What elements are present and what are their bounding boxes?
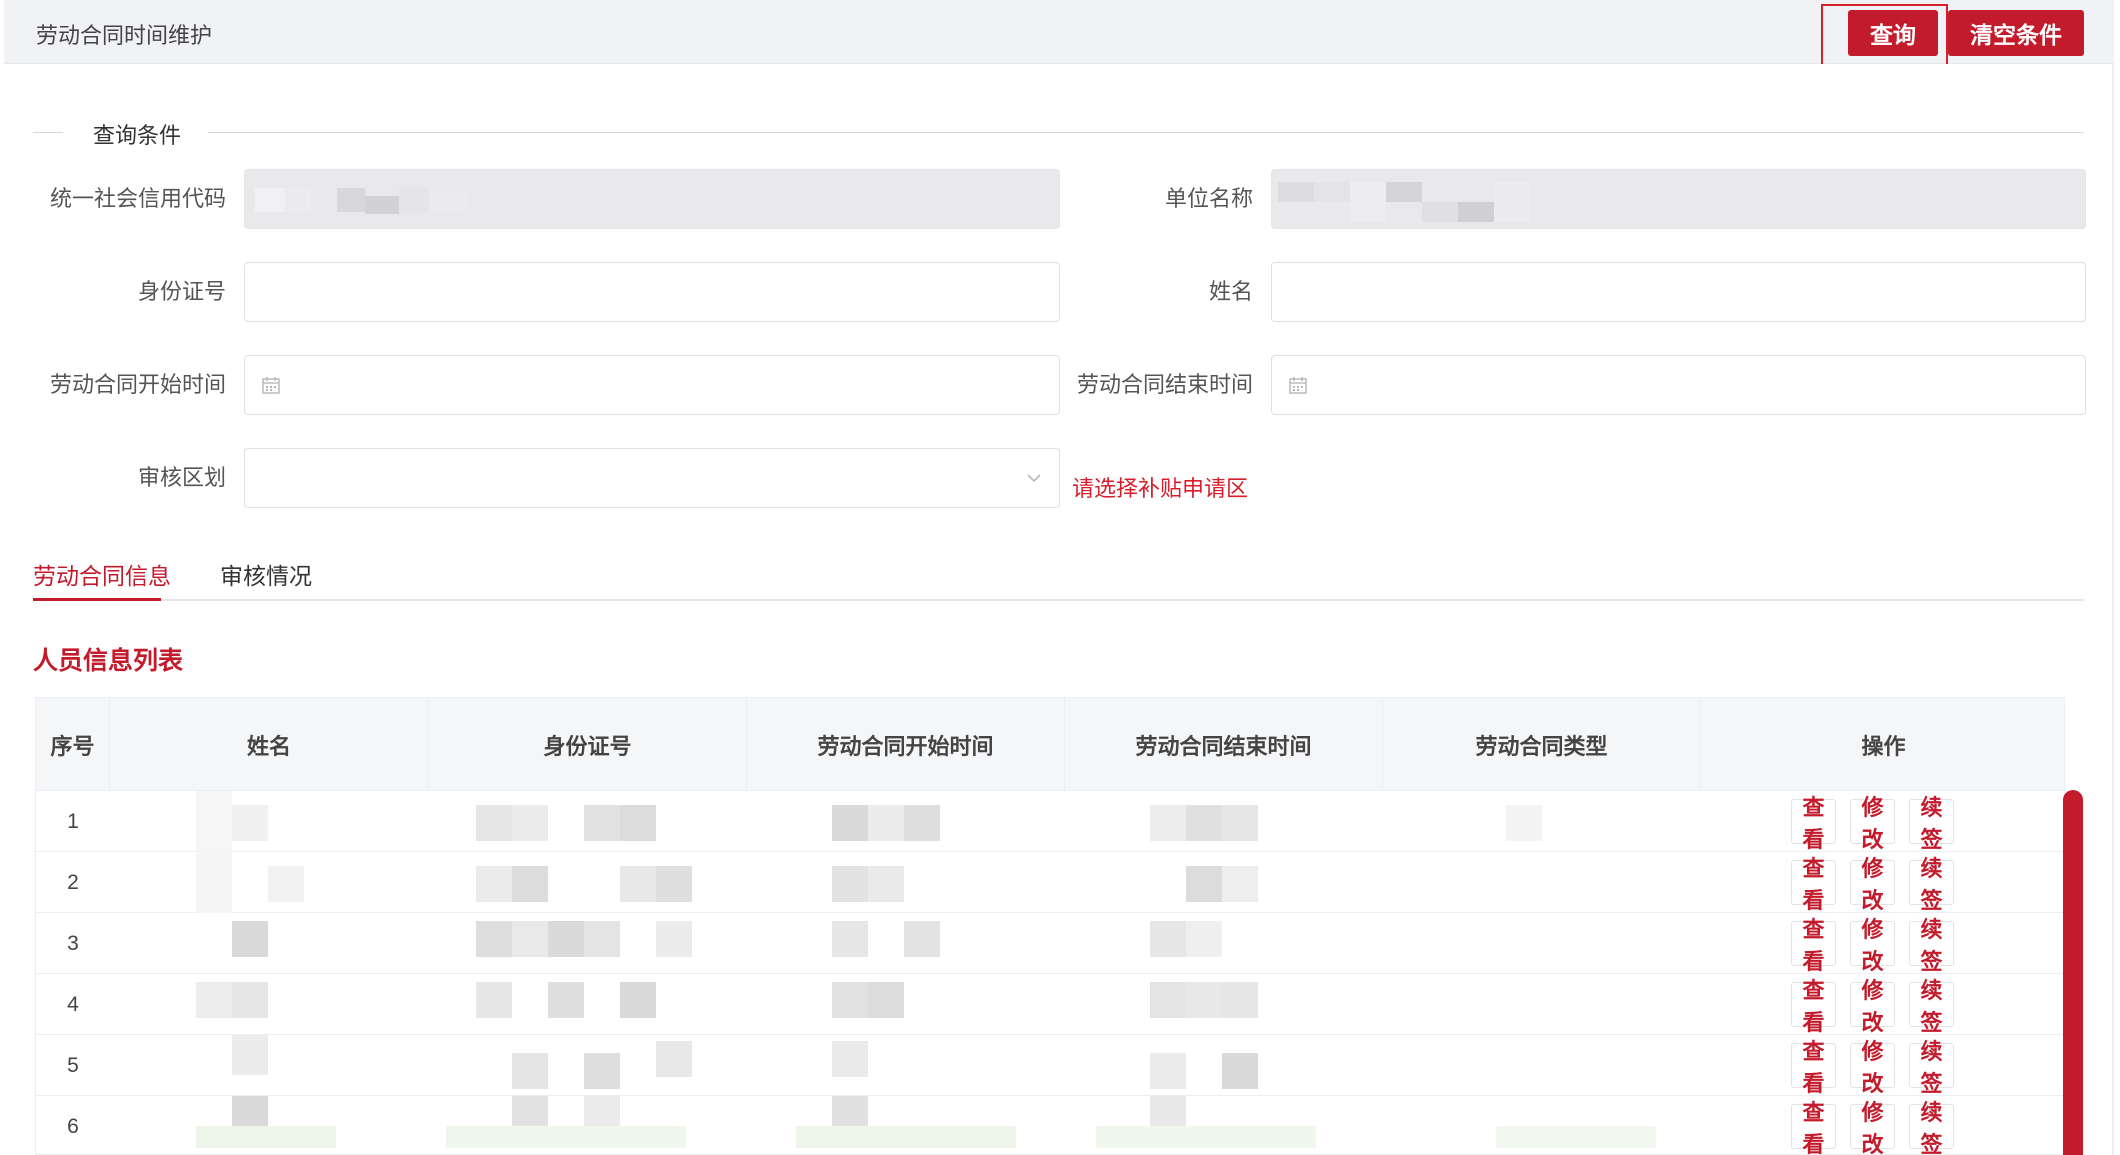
- query-button[interactable]: 查询: [1848, 10, 1938, 56]
- list-title: 人员信息列表: [33, 647, 184, 675]
- query-legend: 查询条件: [33, 118, 2084, 148]
- renew-button[interactable]: 续签: [1909, 795, 1954, 852]
- end-time-label: 劳动合同结束时间: [1076, 372, 1253, 397]
- end-time-picker[interactable]: [1271, 355, 2086, 415]
- page-title: 劳动合同时间维护: [36, 23, 213, 48]
- renew-button[interactable]: 续签: [1909, 917, 1954, 974]
- col-header-end: 劳动合同结束时间: [1065, 698, 1383, 791]
- masked-text: [255, 188, 469, 214]
- table-scrollbar-thumb[interactable]: [2063, 790, 2083, 1155]
- col-header-start: 劳动合同开始时间: [747, 698, 1065, 791]
- credit-code-field[interactable]: [244, 169, 1060, 229]
- view-button[interactable]: 查看: [1791, 978, 1836, 1035]
- edit-button[interactable]: 修改: [1850, 1100, 1895, 1154]
- row-actions: 查看 修改 续签: [1791, 852, 1954, 913]
- row-number: 4: [67, 992, 79, 1016]
- col-header-no: 序号: [36, 698, 110, 791]
- unit-name-label: 单位名称: [1164, 186, 1253, 211]
- row-actions: 查看 修改 续签: [1791, 913, 1954, 974]
- row-number: 1: [67, 809, 79, 833]
- start-time-label: 劳动合同开始时间: [49, 372, 226, 397]
- clear-conditions-button[interactable]: 清空条件: [1948, 10, 2084, 56]
- name-input[interactable]: [1271, 262, 2086, 322]
- col-header-id: 身份证号: [429, 698, 747, 791]
- unit-name-field[interactable]: [1271, 169, 2086, 229]
- legend-divider-right: [208, 132, 2084, 133]
- edit-button[interactable]: 修改: [1850, 917, 1895, 974]
- tab-contract-info[interactable]: 劳动合同信息: [33, 557, 171, 591]
- masked-row-data: [196, 1096, 1656, 1148]
- tab-bar: 劳动合同信息 审核情况: [33, 545, 2084, 601]
- table-row: 2 查看 修改 续签: [36, 852, 2064, 913]
- edit-button[interactable]: 修改: [1850, 978, 1895, 1035]
- view-button[interactable]: 查看: [1791, 1039, 1836, 1096]
- view-button[interactable]: 查看: [1791, 795, 1836, 852]
- renew-button[interactable]: 续签: [1909, 1100, 1954, 1154]
- view-button[interactable]: 查看: [1791, 917, 1836, 974]
- edit-button[interactable]: 修改: [1850, 795, 1895, 852]
- row-number: 5: [67, 1053, 79, 1077]
- table-row: 5 查看 修改 续签: [36, 1035, 2064, 1096]
- credit-code-label: 统一社会信用代码: [49, 186, 226, 211]
- masked-row-data: [196, 791, 1542, 852]
- row-actions: 查看 修改 续签: [1791, 1096, 1954, 1154]
- row-actions: 查看 修改 续签: [1791, 974, 1954, 1035]
- renew-button[interactable]: 续签: [1909, 978, 1954, 1035]
- edit-button[interactable]: 修改: [1850, 1039, 1895, 1096]
- id-number-input[interactable]: [244, 262, 1060, 322]
- region-hint: 请选择补贴申请区: [1072, 476, 1249, 501]
- calendar-icon: [1289, 377, 1307, 394]
- tab-review-status[interactable]: 审核情况: [220, 557, 312, 591]
- row-number: 3: [67, 931, 79, 955]
- edit-button[interactable]: 修改: [1850, 856, 1895, 913]
- col-header-name: 姓名: [110, 698, 429, 791]
- view-button[interactable]: 查看: [1791, 856, 1836, 913]
- row-actions: 查看 修改 续签: [1791, 791, 1954, 852]
- legend-title: 查询条件: [93, 123, 182, 148]
- region-select[interactable]: [244, 448, 1060, 508]
- id-number-label: 身份证号: [137, 279, 226, 304]
- table-row: 3 查看 修改 续签: [36, 913, 2064, 974]
- row-number: 2: [67, 870, 79, 894]
- row-actions: 查看 修改 续签: [1791, 1035, 1954, 1096]
- chevron-down-icon: [1027, 474, 1041, 483]
- col-header-type: 劳动合同类型: [1383, 698, 1701, 791]
- renew-button[interactable]: 续签: [1909, 1039, 1954, 1096]
- row-number: 6: [67, 1114, 79, 1138]
- personnel-table: 序号 姓名 身份证号 劳动合同开始时间 劳动合同结束时间 劳动合同类型 操作 1…: [35, 697, 2065, 1155]
- table-row: 6 查看 修改 续签: [36, 1096, 2064, 1154]
- table-row: 1 查看 修改 续签: [36, 791, 2064, 852]
- calendar-icon: [262, 377, 280, 394]
- masked-row-data: [196, 982, 1258, 1018]
- table-row: 4 查看 修改 续签: [36, 974, 2064, 1035]
- renew-button[interactable]: 续签: [1909, 856, 1954, 913]
- masked-row-data: [196, 852, 1258, 913]
- masked-text: [1278, 182, 1530, 222]
- masked-row-data: [232, 1035, 1258, 1089]
- masked-row-data: [232, 921, 1222, 957]
- legend-divider-left: [33, 132, 63, 133]
- table-header: 序号 姓名 身份证号 劳动合同开始时间 劳动合同结束时间 劳动合同类型 操作: [36, 698, 2064, 791]
- active-tab-indicator: [33, 598, 161, 601]
- view-button[interactable]: 查看: [1791, 1100, 1836, 1154]
- top-bar: 劳动合同时间维护: [4, 0, 2114, 64]
- name-label: 姓名: [1208, 279, 1253, 304]
- start-time-picker[interactable]: [244, 355, 1060, 415]
- region-label: 审核区划: [137, 465, 226, 490]
- col-header-ops: 操作: [1861, 733, 1906, 759]
